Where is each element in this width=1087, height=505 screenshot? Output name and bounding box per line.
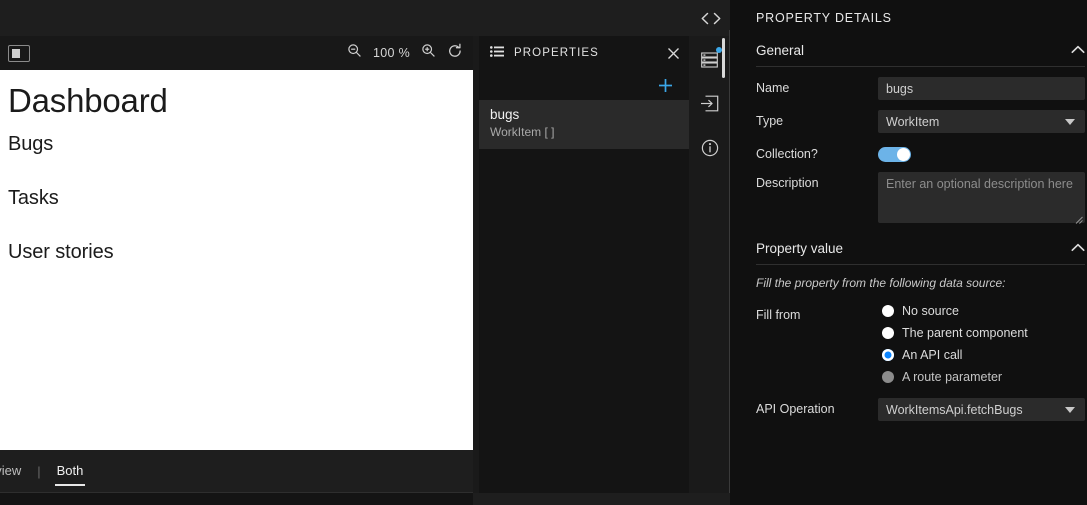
property-value-section-header[interactable]: Property value — [756, 239, 1085, 265]
chevron-down-icon — [1065, 118, 1075, 125]
canvas-item-bugs: Bugs — [8, 133, 54, 156]
collection-row: Collection? — [756, 143, 1085, 162]
info-circle-icon — [701, 139, 719, 162]
page-title: PROPERTY DETAILS — [756, 11, 892, 25]
app-root: 100 % Dashboard Bugs Tasks User stories … — [0, 0, 1087, 505]
plus-icon[interactable] — [658, 78, 673, 93]
canvas-heading: Dashboard — [8, 82, 168, 119]
property-value-section-label: Property value — [756, 240, 844, 256]
canvas-item-tasks: Tasks — [8, 187, 59, 210]
name-label: Name — [756, 81, 790, 95]
description-textarea[interactable]: Enter an optional description here — [878, 172, 1085, 224]
general-section-label: General — [756, 42, 805, 58]
fill-from-row: Fill from No source The parent component… — [756, 304, 1085, 384]
radio-icon — [882, 327, 894, 339]
type-row: Type WorkItem — [756, 110, 1085, 133]
collection-toggle[interactable] — [878, 147, 911, 162]
general-section-header[interactable]: General — [756, 41, 1085, 67]
api-operation-value: WorkItemsApi.fetchBugs — [886, 402, 1023, 417]
zoom-level-label: 100 % — [373, 46, 410, 60]
refresh-icon[interactable] — [447, 43, 463, 64]
notification-badge — [716, 47, 722, 53]
editor-status-bar — [0, 492, 473, 505]
layout-panel-icon[interactable] — [8, 44, 30, 62]
properties-panel-header: PROPERTIES — [479, 36, 689, 70]
import-into-box-icon — [700, 95, 719, 117]
name-field[interactable]: bugs — [878, 77, 1085, 100]
type-label: Type — [756, 114, 784, 128]
editor-toolbar: 100 % — [0, 36, 473, 70]
property-details-panel: PROPERTY DETAILS General Name bugs Type … — [730, 0, 1087, 505]
zoom-in-icon[interactable] — [421, 43, 436, 63]
radio-label: An API call — [902, 348, 963, 362]
api-operation-select[interactable]: WorkItemsApi.fetchBugs — [878, 398, 1085, 421]
radio-label: A route parameter — [902, 370, 1003, 384]
property-value-section: Property value Fill the property from th… — [756, 239, 1085, 421]
canvas-item-user-stories: User stories — [8, 241, 114, 264]
property-item-type: WorkItem [ ] — [490, 125, 555, 140]
editor-top-strip — [0, 0, 473, 36]
radio-label: The parent component — [902, 326, 1028, 340]
radio-option-api-call[interactable]: An API call — [882, 348, 1085, 362]
tab-both[interactable]: Both — [54, 459, 86, 486]
api-operation-row: API Operation WorkItemsApi.fetchBugs — [756, 398, 1085, 421]
property-item-name: bugs — [490, 107, 520, 122]
list-item[interactable]: bugs WorkItem [ ] — [479, 100, 689, 150]
general-section: General Name bugs Type WorkItem Collecti… — [756, 41, 1085, 224]
code-brackets-icon[interactable] — [694, 7, 728, 29]
radio-option-no-source[interactable]: No source — [882, 304, 1085, 318]
radio-icon — [882, 305, 894, 317]
radio-icon-selected — [882, 349, 894, 361]
chevron-down-icon — [1065, 406, 1075, 413]
description-row: Description Enter an optional descriptio… — [756, 172, 1085, 224]
zoom-out-icon[interactable] — [347, 43, 362, 63]
type-select-value: WorkItem — [886, 114, 940, 129]
api-operation-label: API Operation — [756, 402, 835, 416]
properties-panel: PROPERTIES bugs WorkItem [ ] — [479, 36, 689, 493]
rail-import-button[interactable] — [689, 84, 730, 128]
icon-rail — [689, 36, 730, 493]
rail-info-button[interactable] — [689, 128, 730, 172]
editor-column: 100 % Dashboard Bugs Tasks User stories … — [0, 0, 473, 505]
radio-label: No source — [902, 304, 959, 318]
toggle-knob — [897, 148, 910, 161]
close-icon[interactable] — [667, 47, 680, 60]
zoom-controls: 100 % — [347, 43, 463, 64]
properties-panel-title: PROPERTIES — [514, 47, 599, 59]
type-select[interactable]: WorkItem — [878, 110, 1085, 133]
properties-add-bar — [479, 70, 689, 100]
view-mode-tabs: eview | Both — [0, 450, 473, 492]
chevron-up-icon[interactable] — [1071, 239, 1085, 257]
list-icon — [490, 44, 504, 62]
fill-from-label: Fill from — [756, 308, 801, 322]
radio-option-route-parameter[interactable]: A route parameter — [882, 370, 1085, 384]
rail-properties-button[interactable] — [689, 40, 730, 84]
collection-label: Collection? — [756, 147, 818, 161]
resize-grip-icon[interactable] — [1074, 213, 1083, 224]
chevron-up-icon[interactable] — [1071, 41, 1085, 59]
description-label: Description — [756, 176, 819, 190]
radio-option-parent-component[interactable]: The parent component — [882, 326, 1085, 340]
fill-from-radio-group: No source The parent component An API ca… — [878, 304, 1085, 384]
tab-separator: | — [37, 463, 41, 479]
name-row: Name bugs — [756, 77, 1085, 100]
properties-list-icon — [701, 51, 718, 73]
preview-canvas[interactable]: Dashboard Bugs Tasks User stories — [0, 70, 473, 450]
radio-icon-disabled — [882, 371, 894, 383]
data-source-hint: Fill the property from the following dat… — [756, 276, 1006, 290]
tab-preview[interactable]: eview — [0, 459, 23, 484]
